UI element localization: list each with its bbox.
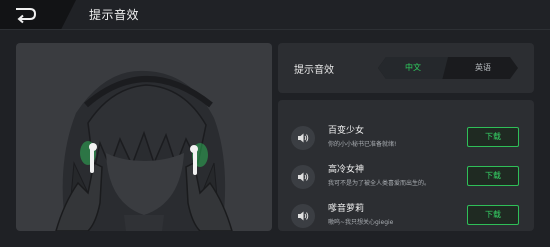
play-preview-button[interactable]	[291, 126, 315, 150]
sound-description: 嗷呜~我只想关心giegie	[328, 219, 394, 226]
language-label: 提示音效	[294, 65, 334, 76]
play-preview-button[interactable]	[291, 165, 315, 189]
header-divider	[0, 29, 550, 30]
language-option-english[interactable]: 英语	[448, 57, 518, 79]
sound-title: 高冷女神	[328, 165, 365, 175]
download-button[interactable]: 下载	[467, 205, 519, 225]
sound-description: 我可不是为了被全人类喜爱而出生的。	[328, 180, 431, 187]
sound-list-panel: 百变少女 你的小小秘书已准备就绪! 下载 高冷女神 我可不是为了被全人类喜爱而出…	[278, 100, 534, 231]
speaker-icon	[298, 211, 309, 221]
sound-title: 百变少女	[328, 126, 365, 136]
earbuds-preview-image	[16, 43, 272, 231]
language-option-chinese[interactable]: 中文	[378, 57, 448, 79]
top-bar: 提示音效	[0, 0, 550, 30]
sound-item: 百变少女 你的小小秘书已准备就绪! 下载	[278, 118, 534, 158]
anime-girl-earbuds-illustration	[55, 70, 233, 231]
back-button[interactable]	[0, 0, 76, 30]
speaker-icon	[298, 172, 309, 182]
page-title: 提示音效	[89, 8, 140, 22]
language-panel: 提示音效 中文 英语	[278, 43, 534, 93]
sound-title: 嗲音萝莉	[328, 204, 365, 214]
back-arrow-icon	[16, 8, 37, 24]
sound-item: 嗲音萝莉 嗷呜~我只想关心giegie 下载	[278, 196, 534, 231]
sound-item: 高冷女神 我可不是为了被全人类喜爱而出生的。 下载	[278, 157, 534, 197]
download-button[interactable]: 下载	[467, 166, 519, 186]
speaker-icon	[298, 133, 309, 143]
download-button[interactable]: 下载	[467, 127, 519, 147]
sound-description: 你的小小秘书已准备就绪!	[328, 141, 397, 148]
language-toggle[interactable]: 中文 英语	[378, 57, 518, 79]
play-preview-button[interactable]	[291, 204, 315, 228]
